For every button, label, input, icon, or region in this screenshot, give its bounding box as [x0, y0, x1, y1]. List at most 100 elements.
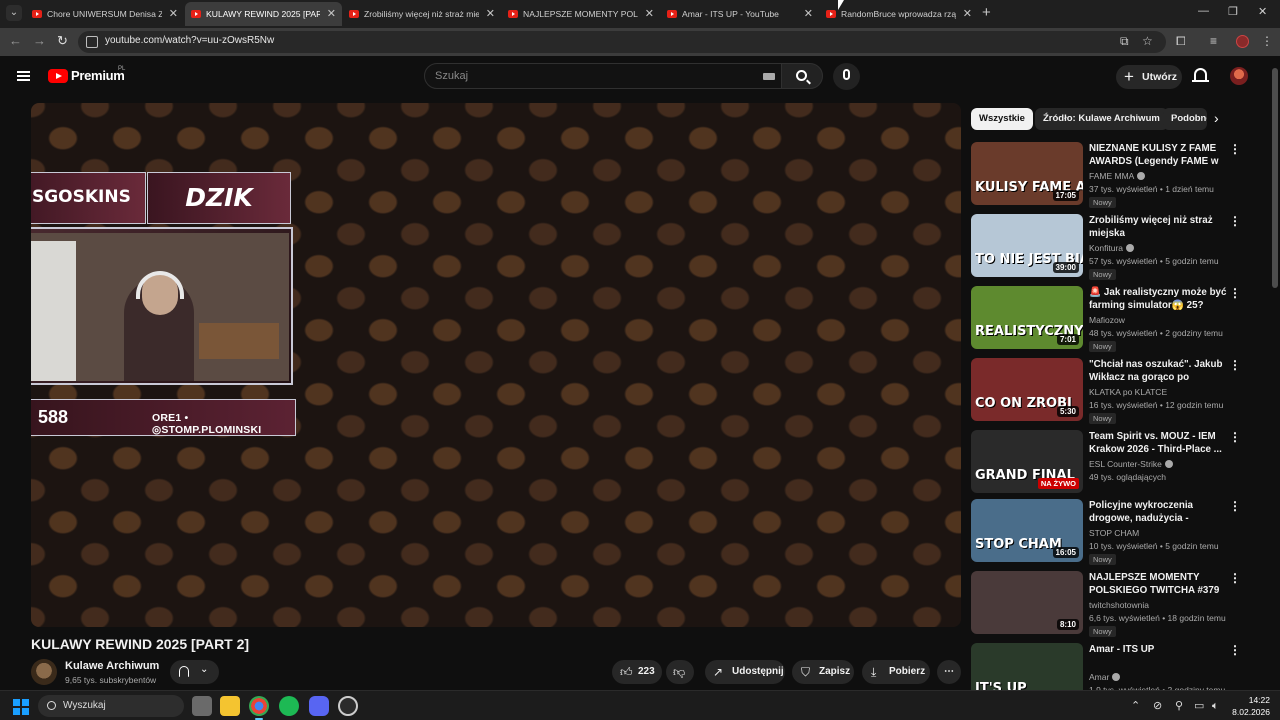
more-vertical-icon[interactable]: ⋮ [1229, 431, 1241, 443]
recommendation-item[interactable]: 8:10 NAJLEPSZE MOMENTY POLSKIEGO TWITCHA … [971, 571, 1261, 637]
system-clock[interactable]: 14:22 8.02.2026 [1228, 694, 1270, 718]
search-input[interactable]: Szukaj [424, 63, 782, 89]
recommendation-channel[interactable]: FAME MMA [1089, 171, 1146, 181]
taskbar-search[interactable]: Wyszukaj [38, 695, 184, 717]
browser-tab-4[interactable]: NAJLEPSZE MOMENTY POLSKIE ✕ [502, 2, 660, 26]
close-tab-icon[interactable]: ✕ [963, 2, 972, 26]
address-bar[interactable]: youtube.com/watch?v=uu-zOwsR5Nw [78, 31, 1166, 53]
voice-search-button[interactable] [833, 63, 860, 90]
more-vertical-icon[interactable]: ⋮ [1229, 644, 1241, 656]
subscribed-notifications-button[interactable]: ⌄ [170, 660, 219, 684]
file-explorer-icon[interactable] [220, 696, 240, 716]
video-thumbnail[interactable]: REALISTYCZNY FARMING7:01 [971, 286, 1083, 349]
browser-tab-1[interactable]: Chore UNIWERSUM Denisa Zał ✕ [26, 2, 184, 26]
recommendation-channel[interactable]: ESL Counter-Strike [1089, 459, 1173, 469]
page-scrollbar[interactable] [1270, 56, 1280, 690]
maximize-icon[interactable]: ❐ [1228, 5, 1238, 18]
channel-avatar[interactable] [31, 659, 57, 685]
scrollbar-thumb[interactable] [1272, 68, 1278, 288]
recommendation-title[interactable]: NIEZNANE KULISY Z FAME AWARDS (Legendy F… [1089, 142, 1229, 168]
browser-tab-3[interactable]: Zrobiliśmy więcej niż straż miej ✕ [343, 2, 501, 26]
account-avatar[interactable] [1230, 67, 1248, 85]
save-button[interactable]: ⛉ Zapisz [792, 660, 854, 684]
site-info-icon[interactable] [86, 36, 98, 48]
browser-tab-2[interactable]: KULAWY REWIND 2025 [PART 2 ✕ [185, 2, 342, 26]
task-view-icon[interactable] [192, 696, 212, 716]
recommendation-title[interactable]: Team Spirit vs. MOUZ - IEM Krakow 2026 -… [1089, 430, 1229, 456]
more-vertical-icon[interactable]: ⋮ [1229, 572, 1241, 584]
more-vertical-icon[interactable]: ⋮ [1229, 143, 1241, 155]
recommendation-title[interactable]: Policyjne wykroczenia drogowe, nadużycia… [1089, 499, 1229, 525]
recommendation-title[interactable]: NAJLEPSZE MOMENTY POLSKIEGO TWITCHA #379 [1089, 571, 1229, 597]
reload-icon[interactable]: ↻ [57, 34, 68, 48]
more-vertical-icon[interactable]: ⋮ [1229, 359, 1241, 371]
recommendation-channel[interactable]: twitchshotownia [1089, 600, 1149, 610]
forward-arrow-icon[interactable]: → [33, 34, 46, 48]
tray-chevron-up-icon[interactable]: ⌃ [1131, 699, 1140, 713]
windows-start-icon[interactable] [13, 699, 29, 715]
more-vertical-icon[interactable]: ⋮ [1229, 215, 1241, 227]
more-vertical-icon[interactable]: ⋮ [1229, 500, 1241, 512]
youtube-logo-icon[interactable] [48, 69, 68, 83]
recommendation-channel[interactable]: KLATKA po KLATCE [1089, 387, 1167, 397]
like-button[interactable]: 👍︎ 223 [612, 660, 662, 684]
microphone-tray-icon[interactable]: ⚲ [1175, 699, 1183, 713]
recommendation-item[interactable]: KULISY FAME AW17:05NIEZNANE KULISY Z FAM… [971, 142, 1261, 208]
recommendation-title[interactable]: 🚨 Jak realistyczny może być farming simu… [1089, 286, 1229, 312]
chrome-menu-icon[interactable]: ⋮ [1261, 34, 1273, 48]
recommendation-item[interactable]: CO ON ZROBI 5:30 "Chciał nas oszukać". Jak… [971, 358, 1261, 424]
steam-icon[interactable] [338, 696, 358, 716]
more-actions-button[interactable]: ⋯ [937, 660, 961, 684]
share-button[interactable]: ↗ Udostępnij [705, 660, 785, 684]
youtube-brand-text[interactable]: Premium [71, 68, 125, 83]
video-thumbnail[interactable]: CO ON ZROBI 5:30 [971, 358, 1083, 421]
video-thumbnail[interactable]: TO NIE JEST BIAŁORUŚ39:00 [971, 214, 1083, 277]
video-thumbnail[interactable]: STOP CHAM 16:05 [971, 499, 1083, 562]
chip-related[interactable]: Podobne [1163, 108, 1207, 130]
recommendation-item[interactable]: STOP CHAM 16:05 Policyjne wykroczenia drog… [971, 499, 1261, 565]
video-thumbnail[interactable]: GRAND FINAL NA ŻYWO [971, 430, 1083, 493]
download-button[interactable]: ⤓ Pobierz [862, 660, 930, 684]
video-player[interactable]: CSGOSKINS DZIK 588 ORE1 • ◎STOMP.PLOMINS… [31, 103, 961, 627]
chevron-right-icon[interactable]: › [1214, 110, 1219, 126]
create-button[interactable]: + Utwórz [1116, 65, 1182, 89]
chip-from-channel[interactable]: Źródło: Kulawe Archiwum [1035, 108, 1168, 130]
recommendation-item[interactable]: GRAND FINAL NA ŻYWO Team Spirit vs. MOUZ -… [971, 430, 1261, 494]
close-tab-icon[interactable]: ✕ [804, 2, 813, 26]
menu-hamburger-icon[interactable] [17, 71, 30, 81]
more-vertical-icon[interactable]: ⋮ [1229, 287, 1241, 299]
new-tab-plus-icon[interactable]: + [982, 4, 991, 22]
video-thumbnail[interactable]: 8:10 [971, 571, 1083, 634]
spotify-icon[interactable] [279, 696, 299, 716]
display-icon[interactable]: ▭ [1194, 699, 1204, 713]
keyboard-icon[interactable] [763, 73, 775, 80]
media-controls-icon[interactable]: ≡ [1210, 34, 1217, 48]
extensions-icon[interactable]: ⧠ [1176, 34, 1186, 48]
cast-icon[interactable]: ⧉ [1120, 34, 1129, 48]
dislike-button[interactable]: 👎︎ [666, 660, 694, 684]
close-tab-icon[interactable]: ✕ [327, 2, 336, 26]
video-thumbnail[interactable]: KULISY FAME AW17:05 [971, 142, 1083, 205]
minimize-icon[interactable]: — [1198, 5, 1209, 17]
chrome-icon[interactable] [249, 696, 269, 720]
close-tab-icon[interactable]: ✕ [169, 2, 178, 26]
channel-name[interactable]: Kulawe Archiwum [65, 660, 159, 672]
search-button[interactable] [781, 63, 823, 89]
recommendation-title[interactable]: "Chciał nas oszukać". Jakub Wikłacz na g… [1089, 358, 1229, 384]
close-window-icon[interactable]: ✕ [1258, 5, 1267, 18]
recommendation-item[interactable]: REALISTYCZNY FARMING7:01🚨 Jak realistycz… [971, 286, 1261, 352]
profile-avatar-icon[interactable] [1236, 35, 1249, 48]
discord-icon[interactable] [309, 696, 329, 716]
recommendation-title[interactable]: Amar - ITS UP [1089, 643, 1229, 656]
network-off-icon[interactable]: ⊘ [1153, 699, 1162, 713]
recommendation-item[interactable]: TO NIE JEST BIAŁORUŚ39:00Zrobiliśmy więc… [971, 214, 1261, 280]
recommendation-channel[interactable]: Konfitura [1089, 243, 1135, 253]
close-tab-icon[interactable]: ✕ [486, 2, 495, 26]
speaker-icon[interactable]: 🔈︎ [1212, 699, 1219, 713]
back-arrow-icon[interactable]: ← [9, 34, 22, 48]
recommendation-channel[interactable]: Mafiozow [1089, 315, 1125, 325]
browser-tab-5[interactable]: Amar - ITS UP - YouTube ✕ [661, 2, 819, 26]
notifications-bell-icon[interactable] [1192, 68, 1209, 82]
bookmark-star-icon[interactable]: ☆ [1142, 34, 1153, 48]
recommendation-channel[interactable]: Amar [1089, 672, 1121, 682]
